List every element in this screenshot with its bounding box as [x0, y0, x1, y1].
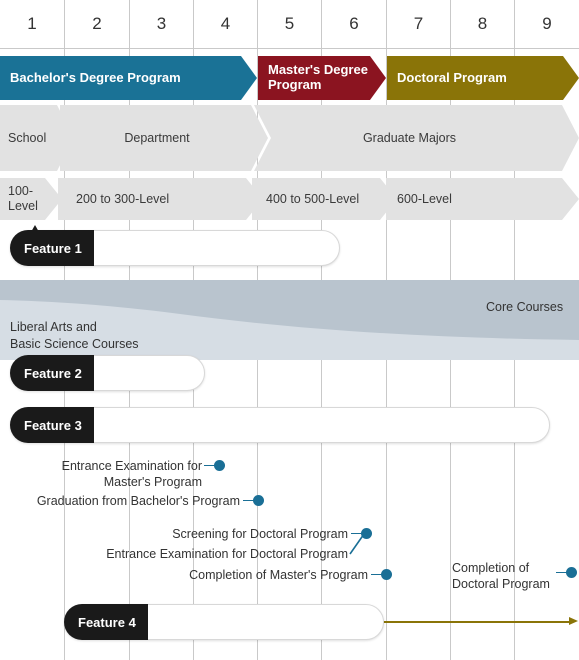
header-separator-rule	[0, 48, 579, 49]
level-chevron-400-500-label: 400 to 500-Level	[266, 191, 360, 206]
milestone-label-completion-masters-line1: Completion of Master's Program	[189, 568, 368, 582]
year-cell-1: 1	[0, 0, 64, 48]
year-cell-3: 3	[130, 0, 193, 48]
year-cell-7: 7	[387, 0, 450, 48]
milestone-leader-entrance-exam-doctoral	[349, 533, 365, 555]
milestone-label-entrance-exam-masters: Entrance Examination for Master's Progra…	[0, 458, 202, 491]
year-cell-4: 4	[194, 0, 257, 48]
feature-1-label: Feature 1	[24, 240, 82, 256]
milestone-label-completion-doctoral: Completion of Doctoral Program	[452, 560, 550, 593]
milestone-dot-completion-masters	[381, 569, 392, 580]
level-chevron-200-300-label: 200 to 300-Level	[76, 191, 170, 206]
core-courses-label: Core Courses	[486, 300, 564, 314]
program-bar-bachelor: Bachelor's Degree Program	[0, 56, 257, 100]
program-bar-master: Master's Degree Program	[258, 56, 386, 100]
milestone-label-completion-doctoral-line2: Doctoral Program	[452, 577, 550, 592]
feature-4-label: Feature 4	[78, 614, 136, 630]
academic-program-timeline: 1 2 3 4 5 6 7 8 9 Bachelor's Degree Prog…	[0, 0, 579, 660]
level-chevron-100: 100- Level	[0, 178, 62, 220]
feature-2-tab[interactable]: Feature 2	[10, 355, 94, 391]
feature-1-pill[interactable]: Feature 1	[10, 225, 340, 266]
milestone-label-completion-masters: Completion of Master's Program	[100, 567, 368, 583]
milestone-label-graduation-bachelors-line1: Graduation from Bachelor's Program	[36, 494, 240, 508]
org-chevron-department-label: Department	[124, 130, 190, 145]
program-bar-master-label: Master's Degree Program	[268, 62, 368, 92]
liberal-arts-label: Liberal Arts and Basic Science Courses	[10, 319, 139, 353]
milestone-label-entrance-exam-doctoral: Entrance Examination for Doctoral Progra…	[60, 546, 348, 562]
level-chevron-200-300: 200 to 300-Level	[58, 178, 263, 220]
org-chevron-graduate-majors-label: Graduate Majors	[362, 130, 457, 145]
milestone-label-screening-doctoral: Screening for Doctoral Program	[100, 526, 348, 542]
year-cell-8: 8	[451, 0, 514, 48]
level-chevron-600: 600-Level	[386, 178, 579, 220]
org-chevron-graduate-majors: Graduate Majors	[254, 105, 579, 171]
feature-4-pill[interactable]: Feature 4	[64, 604, 384, 640]
feature-3-label: Feature 3	[24, 417, 82, 433]
milestone-label-screening-doctoral-line1: Screening for Doctoral Program	[172, 527, 348, 541]
feature-2-label: Feature 2	[24, 365, 82, 381]
milestone-dot-completion-doctoral	[566, 567, 577, 578]
milestone-label-completion-doctoral-line1: Completion of	[452, 561, 530, 575]
milestone-dot-entrance-exam-masters	[214, 460, 225, 471]
level-chevron-100-label: 100- Level	[8, 184, 38, 213]
feature-1-tab[interactable]: Feature 1	[10, 230, 94, 266]
doctoral-progress-arrow-line	[380, 621, 570, 623]
feature-4-tab[interactable]: Feature 4	[64, 604, 148, 640]
level-chevron-400-500: 400 to 500-Level	[252, 178, 397, 220]
year-cell-2: 2	[65, 0, 129, 48]
org-chevron-department: Department	[60, 105, 268, 171]
doctoral-progress-arrow-head-icon	[569, 617, 578, 625]
org-chevron-school-label: School	[8, 130, 47, 145]
liberal-arts-label-line2: Basic Science Courses	[10, 336, 139, 351]
feature-3-pill[interactable]: Feature 3	[10, 407, 550, 443]
program-bar-bachelor-label: Bachelor's Degree Program	[10, 69, 181, 85]
program-bar-doctoral-label: Doctoral Program	[397, 69, 507, 85]
liberal-arts-label-line1: Liberal Arts and	[10, 320, 97, 334]
milestone-label-graduation-bachelors: Graduation from Bachelor's Program	[0, 493, 240, 509]
feature-2-pill[interactable]: Feature 2	[10, 355, 205, 391]
level-chevron-600-label: 600-Level	[397, 191, 452, 206]
year-cell-6: 6	[322, 0, 386, 48]
year-cell-9: 9	[515, 0, 579, 48]
milestone-label-entrance-exam-masters-line2: Master's Program	[103, 475, 202, 490]
milestone-dot-graduation-bachelors	[253, 495, 264, 506]
milestone-label-entrance-exam-doctoral-line1: Entrance Examination for Doctoral Progra…	[106, 547, 348, 561]
year-cell-5: 5	[258, 0, 321, 48]
program-bar-doctoral: Doctoral Program	[387, 56, 579, 100]
feature-3-tab[interactable]: Feature 3	[10, 407, 94, 443]
milestone-label-entrance-exam-masters-line1: Entrance Examination for	[61, 459, 202, 473]
year-header-row: 1 2 3 4 5 6 7 8 9	[0, 0, 579, 48]
